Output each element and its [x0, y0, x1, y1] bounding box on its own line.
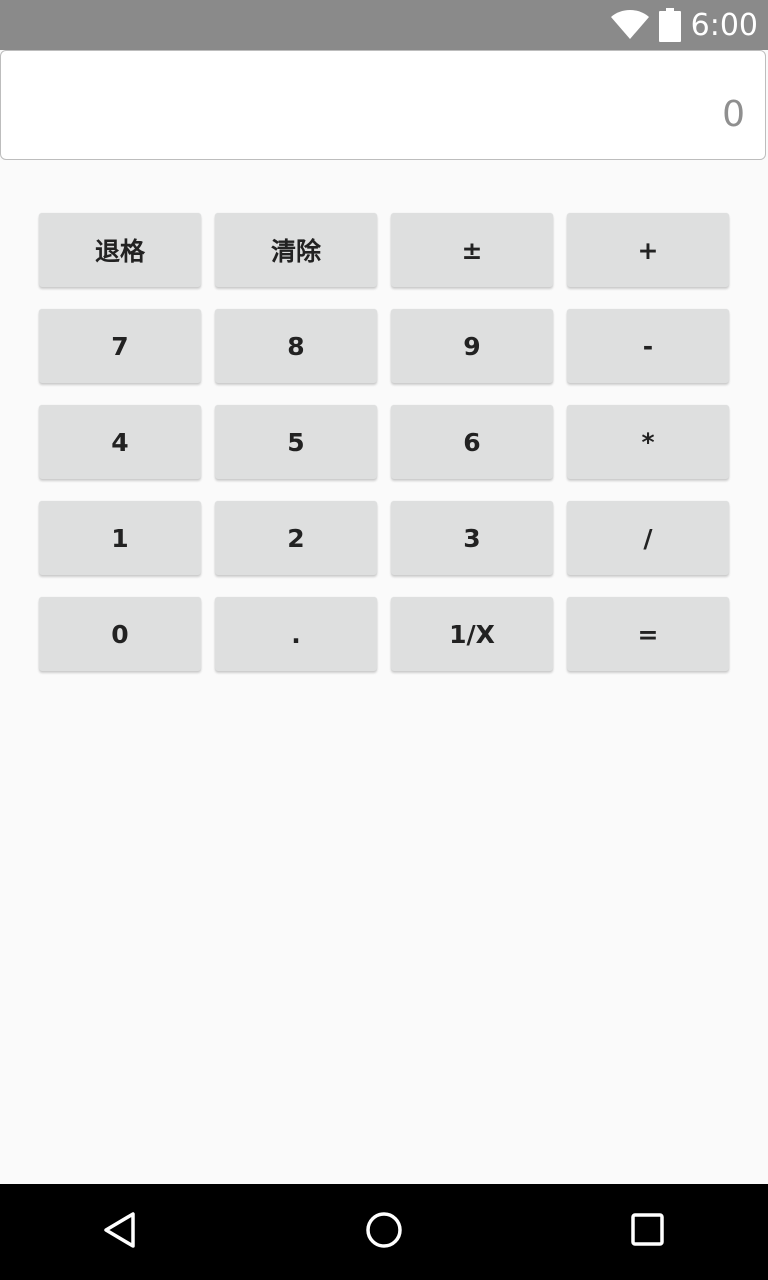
digit-2-button[interactable]: 2 [215, 501, 377, 575]
home-icon [364, 1210, 404, 1254]
negate-button[interactable]: ± [391, 213, 553, 287]
recents-icon [630, 1212, 666, 1252]
divide-button[interactable]: / [567, 501, 729, 575]
calculator-screen: 6:00 0 退格 清除 ± + 7 8 9 - 4 5 6 * 1 2 3 /… [0, 0, 768, 1280]
status-bar: 6:00 [0, 0, 768, 50]
back-icon [100, 1210, 140, 1254]
back-button[interactable] [72, 1184, 168, 1280]
digit-5-button[interactable]: 5 [215, 405, 377, 479]
equals-button[interactable]: = [567, 597, 729, 671]
digit-7-button[interactable]: 7 [39, 309, 201, 383]
wifi-icon [610, 10, 649, 40]
recents-button[interactable] [600, 1184, 696, 1280]
add-button[interactable]: + [567, 213, 729, 287]
multiply-button[interactable]: * [567, 405, 729, 479]
digit-8-button[interactable]: 8 [215, 309, 377, 383]
digit-1-button[interactable]: 1 [39, 501, 201, 575]
navigation-bar [0, 1184, 768, 1280]
digit-4-button[interactable]: 4 [39, 405, 201, 479]
clear-button[interactable]: 清除 [215, 213, 377, 287]
digit-9-button[interactable]: 9 [391, 309, 553, 383]
status-indicators: 6:00 [610, 0, 758, 50]
backspace-button[interactable]: 退格 [39, 213, 201, 287]
subtract-button[interactable]: - [567, 309, 729, 383]
decimal-point-button[interactable]: . [215, 597, 377, 671]
home-button[interactable] [336, 1184, 432, 1280]
battery-icon [658, 8, 681, 42]
keypad: 退格 清除 ± + 7 8 9 - 4 5 6 * 1 2 3 / 0 . 1/… [39, 213, 729, 671]
digit-6-button[interactable]: 6 [391, 405, 553, 479]
display-value: 0 [722, 94, 745, 135]
reciprocal-button[interactable]: 1/X [391, 597, 553, 671]
status-time: 6:00 [690, 7, 758, 43]
digit-3-button[interactable]: 3 [391, 501, 553, 575]
digit-0-button[interactable]: 0 [39, 597, 201, 671]
result-display[interactable]: 0 [0, 50, 766, 160]
